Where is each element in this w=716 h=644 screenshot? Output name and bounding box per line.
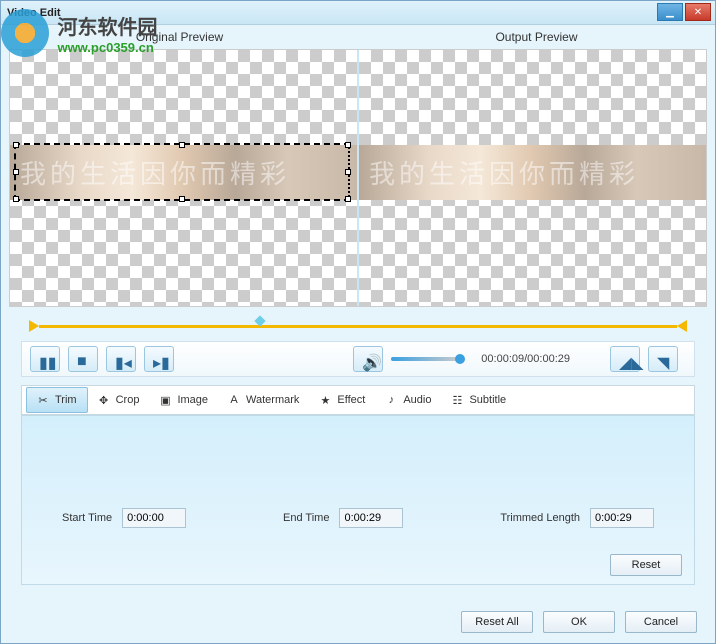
output-video-content: 我的生活因你而精彩 bbox=[359, 145, 706, 200]
time-display: 00:00:09/00:00:29 bbox=[481, 353, 570, 365]
volume-slider[interactable] bbox=[391, 357, 461, 361]
tab-crop[interactable]: ✥ Crop bbox=[88, 387, 150, 413]
mark-in-button[interactable]: ▮◂ bbox=[106, 346, 136, 372]
tab-label: Watermark bbox=[246, 394, 299, 406]
trim-start-marker[interactable] bbox=[29, 320, 39, 332]
image-icon: ▣ bbox=[159, 394, 171, 406]
font-icon: A bbox=[228, 394, 240, 406]
stop-button[interactable]: ■ bbox=[68, 346, 98, 372]
crop-selection[interactable] bbox=[14, 143, 350, 201]
output-preview-label: Output Preview bbox=[358, 30, 715, 44]
end-time-field: End Time bbox=[283, 508, 403, 528]
tab-watermark[interactable]: A Watermark bbox=[218, 387, 309, 413]
dialog-buttons: Reset All OK Cancel bbox=[461, 611, 697, 633]
trimmed-length-field: Trimmed Length bbox=[500, 508, 654, 528]
tab-trim[interactable]: ✂ Trim bbox=[26, 387, 88, 413]
start-time-input[interactable] bbox=[122, 508, 186, 528]
original-preview-pane[interactable]: 我的生活因你而精彩 bbox=[10, 50, 357, 306]
trimmed-length-input[interactable] bbox=[590, 508, 654, 528]
tab-audio[interactable]: ♪ Audio bbox=[375, 387, 441, 413]
trim-panel: Start Time End Time Trimmed Length Reset bbox=[21, 415, 695, 585]
window-controls: ▁ ✕ bbox=[657, 3, 711, 21]
crop-handle-tr[interactable] bbox=[345, 142, 351, 148]
pause-button[interactable]: ▮▮ bbox=[30, 346, 60, 372]
close-button[interactable]: ✕ bbox=[685, 3, 711, 21]
preview-area: 我的生活因你而精彩 我的生活因你而精彩 bbox=[9, 49, 707, 307]
subtitle-icon: ☷ bbox=[451, 394, 463, 406]
titlebar: Video Edit ▁ ✕ bbox=[1, 1, 715, 25]
note-icon: ♪ bbox=[385, 394, 397, 406]
reset-all-button[interactable]: Reset All bbox=[461, 611, 533, 633]
timeline[interactable] bbox=[21, 319, 695, 333]
start-time-label: Start Time bbox=[62, 512, 112, 524]
volume-control: 🔊 bbox=[353, 346, 461, 372]
trim-end-marker[interactable] bbox=[677, 320, 687, 332]
crop-handle-tm[interactable] bbox=[179, 142, 185, 148]
crop-icon: ✥ bbox=[98, 394, 110, 406]
scissors-icon: ✂ bbox=[37, 394, 49, 406]
tab-label: Trim bbox=[55, 394, 77, 406]
output-preview-pane: 我的生活因你而精彩 bbox=[359, 50, 706, 306]
tab-label: Subtitle bbox=[469, 394, 506, 406]
crop-handle-ml[interactable] bbox=[13, 169, 19, 175]
preview-labels: Original Preview Output Preview bbox=[1, 25, 715, 49]
volume-icon[interactable]: 🔊 bbox=[353, 346, 383, 372]
tab-image[interactable]: ▣ Image bbox=[149, 387, 218, 413]
star-icon: ★ bbox=[319, 394, 331, 406]
playback-controls: ▮▮ ■ ▮◂ ▸▮ 🔊 00:00:09/00:00:29 ◢◣ ◥ bbox=[21, 341, 695, 377]
playhead[interactable] bbox=[253, 317, 267, 331]
original-preview-label: Original Preview bbox=[1, 30, 358, 44]
crop-handle-tl[interactable] bbox=[13, 142, 19, 148]
minimize-button[interactable]: ▁ bbox=[657, 3, 683, 21]
tab-label: Audio bbox=[403, 394, 431, 406]
tab-label: Effect bbox=[337, 394, 365, 406]
ok-button[interactable]: OK bbox=[543, 611, 615, 633]
cancel-button[interactable]: Cancel bbox=[625, 611, 697, 633]
trimmed-length-label: Trimmed Length bbox=[500, 512, 580, 524]
crop-handle-bl[interactable] bbox=[13, 196, 19, 202]
tab-subtitle[interactable]: ☷ Subtitle bbox=[441, 387, 516, 413]
tab-effect[interactable]: ★ Effect bbox=[309, 387, 375, 413]
mark-out-button[interactable]: ▸▮ bbox=[144, 346, 174, 372]
end-time-input[interactable] bbox=[339, 508, 403, 528]
tab-label: Crop bbox=[116, 394, 140, 406]
flip-horizontal-button[interactable]: ◢◣ bbox=[610, 346, 640, 372]
tab-label: Image bbox=[177, 394, 208, 406]
timeline-track[interactable] bbox=[39, 325, 677, 328]
crop-handle-br[interactable] bbox=[345, 196, 351, 202]
crop-handle-bm[interactable] bbox=[179, 196, 185, 202]
crop-handle-mr[interactable] bbox=[345, 169, 351, 175]
trim-fields: Start Time End Time Trimmed Length bbox=[62, 508, 654, 528]
start-time-field: Start Time bbox=[62, 508, 186, 528]
volume-thumb[interactable] bbox=[455, 354, 465, 364]
end-time-label: End Time bbox=[283, 512, 329, 524]
flip-vertical-button[interactable]: ◥ bbox=[648, 346, 678, 372]
window-title: Video Edit bbox=[7, 7, 61, 19]
edit-tabs: ✂ Trim ✥ Crop ▣ Image A Watermark ★ Effe… bbox=[21, 385, 695, 415]
video-edit-window: Video Edit ▁ ✕ 河东软件园 www.pc0359.cn Origi… bbox=[0, 0, 716, 644]
reset-button[interactable]: Reset bbox=[610, 554, 682, 576]
